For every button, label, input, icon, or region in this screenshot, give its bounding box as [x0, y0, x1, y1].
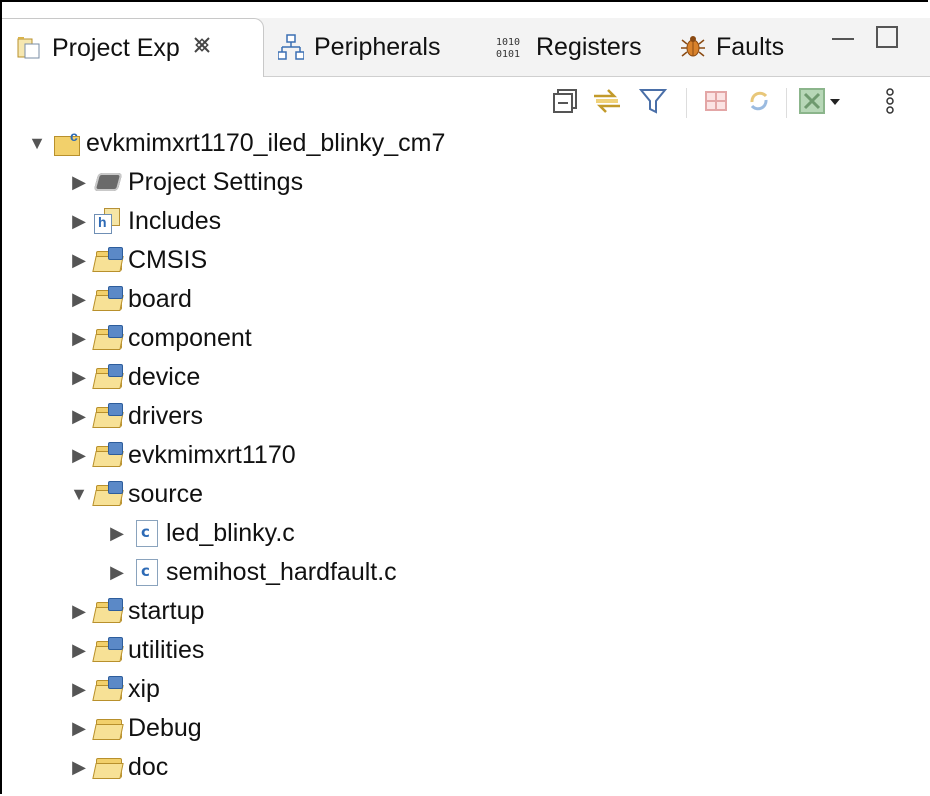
tab-peripherals[interactable]: Peripherals — [277, 18, 441, 76]
tree-item-label: evkmimxrt1170 — [128, 440, 296, 469]
tree-item-label: device — [128, 362, 201, 391]
collapsed-arrow-icon[interactable]: ▶ — [68, 717, 90, 739]
peripherals-icon — [277, 34, 305, 60]
expanded-arrow-icon[interactable]: ▼ — [26, 132, 48, 154]
tree-item-semihost-hardfault[interactable]: ▶ semihost_hardfault.c — [106, 553, 397, 591]
tree-item-evkmimxrt1170[interactable]: ▶ evkmimxrt1170 — [68, 436, 296, 474]
source-folder-icon — [92, 325, 124, 351]
source-folder-icon — [92, 286, 124, 312]
tree-item-cmsis[interactable]: ▶ CMSIS — [68, 241, 207, 279]
close-icon[interactable] — [192, 35, 212, 61]
tab-project-explorer[interactable]: Project Exp — [2, 18, 264, 77]
tree-item-label: semihost_hardfault.c — [166, 557, 397, 586]
tree-item-label: xip — [128, 674, 160, 703]
c-file-icon — [132, 559, 162, 586]
tab-label: Project Exp — [52, 33, 180, 62]
collapsed-arrow-icon[interactable]: ▶ — [68, 600, 90, 622]
tree-item-label: led_blinky.c — [166, 518, 295, 547]
source-folder-icon — [92, 637, 124, 663]
includes-icon — [94, 208, 124, 234]
tab-faults[interactable]: Faults — [680, 18, 784, 76]
project-explorer-icon — [16, 35, 42, 61]
toolbar-separator — [686, 88, 687, 118]
tree-item-xip[interactable]: ▶ xip — [68, 670, 160, 708]
source-folder-icon — [92, 676, 124, 702]
source-folder-icon — [92, 247, 124, 273]
collapsed-arrow-icon[interactable]: ▶ — [68, 756, 90, 778]
source-folder-icon — [92, 403, 124, 429]
tree-item-led-blinky[interactable]: ▶ led_blinky.c — [106, 514, 295, 552]
tree-item-label: CMSIS — [128, 245, 208, 274]
tree-item-component[interactable]: ▶ component — [68, 319, 252, 357]
collapsed-arrow-icon[interactable]: ▶ — [68, 171, 90, 193]
collapsed-arrow-icon[interactable]: ▶ — [106, 561, 128, 583]
collapsed-arrow-icon[interactable]: ▶ — [68, 288, 90, 310]
c-project-icon: c — [52, 128, 82, 156]
project-tree: ▼ c evkmimxrt1170_iled_blinky_cm7 ▶ Proj… — [2, 122, 930, 796]
registers-icon: 1010 0101 — [494, 34, 526, 60]
view-toolbar — [540, 84, 930, 124]
project-label: evkmimxrt1170_iled_blinky_cm7 — [86, 128, 446, 157]
collapsed-arrow-icon[interactable]: ▶ — [68, 405, 90, 427]
tree-item-utilities[interactable]: ▶ utilities — [68, 631, 204, 669]
tree-item-device[interactable]: ▶ device — [68, 358, 200, 396]
svg-text:1010: 1010 — [496, 37, 520, 48]
tree-item-label: doc — [128, 752, 169, 781]
tab-label: Faults — [716, 32, 785, 61]
tree-item-includes[interactable]: ▶ Includes — [68, 202, 221, 240]
collapsed-arrow-icon[interactable]: ▶ — [68, 366, 90, 388]
filter-icon[interactable] — [636, 84, 670, 118]
tree-item-startup[interactable]: ▶ startup — [68, 592, 204, 630]
folder-icon — [92, 715, 124, 741]
tree-item-doc[interactable]: ▶ doc — [68, 748, 168, 786]
close-view-menu-icon[interactable] — [798, 84, 844, 118]
folder-icon — [92, 754, 124, 780]
maximize-icon[interactable] — [876, 26, 898, 48]
tab-registers[interactable]: 1010 0101 Registers — [494, 18, 642, 76]
collapse-all-icon[interactable] — [550, 84, 584, 118]
tree-project-root[interactable]: ▼ c evkmimxrt1170_iled_blinky_cm7 — [26, 124, 445, 162]
tree-item-drivers[interactable]: ▶ drivers — [68, 397, 203, 435]
tree-item-source[interactable]: ▼ source — [68, 475, 203, 513]
add-watch-icon[interactable] — [700, 84, 734, 118]
tree-item-label: board — [128, 284, 192, 313]
source-folder-icon — [92, 364, 124, 390]
tree-item-debug[interactable]: ▶ Debug — [68, 709, 202, 747]
tree-item-label: Project Settings — [128, 167, 304, 196]
tree-item-board[interactable]: ▶ board — [68, 280, 192, 318]
tree-item-label: utilities — [128, 635, 205, 664]
svg-text:0101: 0101 — [496, 49, 520, 60]
source-folder-icon — [92, 598, 124, 624]
chip-icon — [93, 169, 124, 195]
tree-item-label: startup — [128, 596, 205, 625]
collapsed-arrow-icon[interactable]: ▶ — [68, 639, 90, 661]
expanded-arrow-icon[interactable]: ▼ — [68, 483, 90, 505]
collapsed-arrow-icon[interactable]: ▶ — [68, 210, 90, 232]
link-with-editor-icon[interactable] — [590, 84, 624, 118]
tree-item-label: component — [128, 323, 252, 352]
view-menu-icon[interactable] — [880, 84, 900, 118]
collapsed-arrow-icon[interactable]: ▶ — [68, 327, 90, 349]
tree-item-project-settings[interactable]: ▶ Project Settings — [68, 163, 303, 201]
source-folder-icon — [92, 481, 124, 507]
tree-item-label: Includes — [128, 206, 222, 235]
collapsed-arrow-icon[interactable]: ▶ — [68, 444, 90, 466]
source-folder-icon — [92, 442, 124, 468]
tree-item-label: source — [128, 479, 204, 508]
tree-item-label: drivers — [128, 401, 204, 430]
collapsed-arrow-icon[interactable]: ▶ — [68, 249, 90, 271]
faults-bug-icon — [680, 34, 706, 60]
toolbar-separator — [786, 88, 787, 118]
collapsed-arrow-icon[interactable]: ▶ — [106, 522, 128, 544]
minimize-icon[interactable] — [832, 30, 854, 40]
collapsed-arrow-icon[interactable]: ▶ — [68, 678, 90, 700]
refresh-icon[interactable] — [742, 84, 776, 118]
tab-label: Registers — [536, 32, 642, 61]
tab-label: Peripherals — [314, 32, 441, 61]
c-file-icon — [132, 520, 162, 547]
view-tab-bar: Project Exp Peripherals 1010 0101 Regist… — [2, 2, 930, 86]
tree-item-label: Debug — [128, 713, 202, 742]
